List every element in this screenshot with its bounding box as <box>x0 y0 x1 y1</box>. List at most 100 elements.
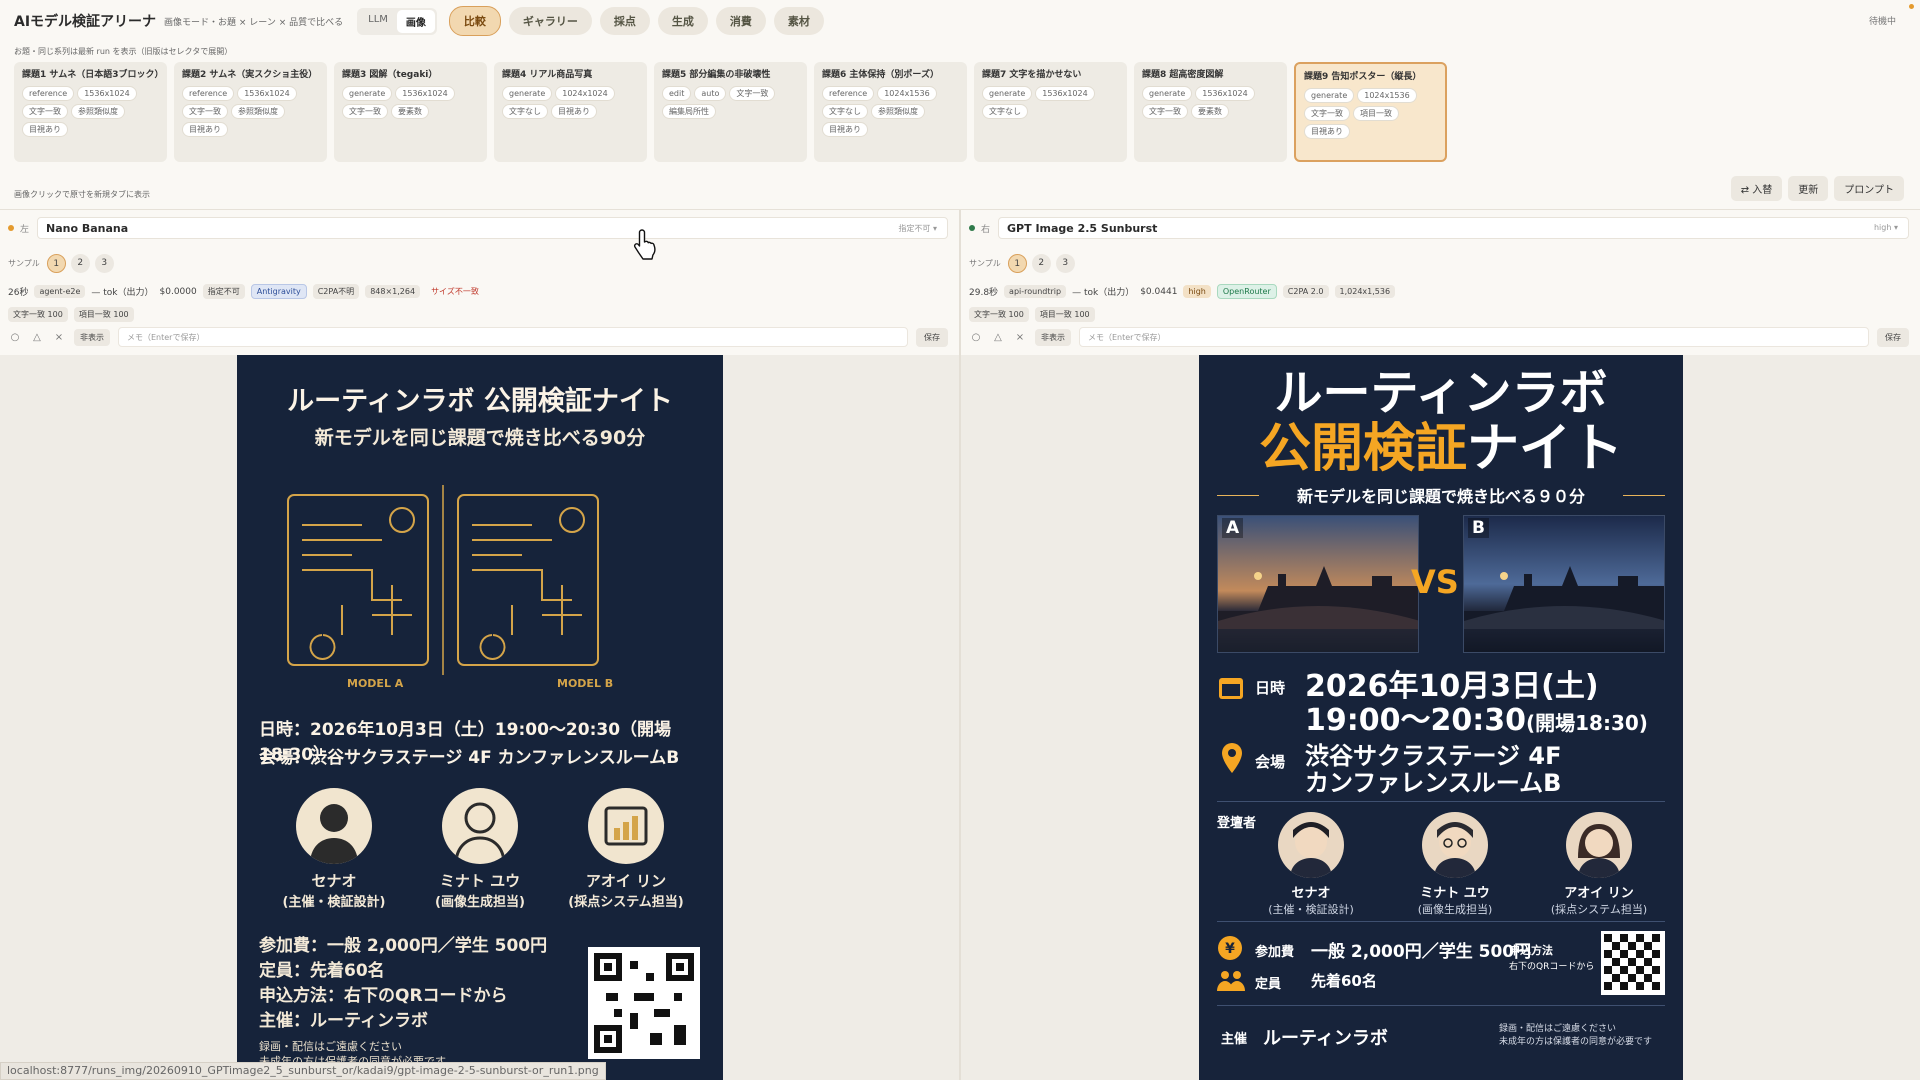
tokens: — tok（出力） <box>91 288 154 298</box>
fee-text: 参加費：一般 2,000円／学生 500円 <box>259 936 548 956</box>
side-label: 左 <box>20 224 30 235</box>
task-card-3[interactable]: 課題3 図解（tegaki） generate 1536x1024 文字一致 要素数 <box>334 62 487 162</box>
sample-2[interactable]: 2 <box>70 254 90 273</box>
chip: 1536x1024 <box>395 86 455 101</box>
swap-button[interactable]: ⇄ 入替 <box>1730 176 1783 201</box>
circle-icon[interactable]: ○ <box>8 332 22 343</box>
sample-1[interactable]: 1 <box>1007 254 1027 273</box>
quality-option: high ▾ <box>1873 223 1898 232</box>
speaker-role: (採点システム担当) <box>568 895 684 910</box>
chip: generate <box>502 86 553 101</box>
mode-llm[interactable]: LLM <box>359 10 397 33</box>
task-card-7[interactable]: 課題7 文字を描かせない generate 1536x1024 文字なし <box>974 62 1127 162</box>
model-row: 右 GPT Image 2.5 Sunburst high ▾ <box>969 217 1909 239</box>
chip: generate <box>1304 88 1355 103</box>
circuit-illustration <box>287 485 599 675</box>
host-label: 主催 <box>1221 1032 1248 1047</box>
model-select[interactable]: GPT Image 2.5 Sunburst high ▾ <box>998 217 1909 239</box>
notice-line: 録画・配信はご遠慮ください <box>259 1040 402 1053</box>
quality-badge: 指定不可 <box>202 284 245 299</box>
task-card-6[interactable]: 課題6 主体保持（別ポーズ） reference 1024x1536 文字なし 参照類似… <box>814 62 967 162</box>
people-icon <box>1217 971 1245 991</box>
speaker-role: (画像生成担当) <box>1417 903 1493 916</box>
text-match-score: 文字一致 100 <box>8 307 68 322</box>
time: 26秒 <box>8 288 29 298</box>
task-card-1[interactable]: 課題1 サムネ（日本語3ブロック） reference 1536x1024 文字一致参… <box>14 62 167 162</box>
chip: 参照類似度 <box>871 104 925 119</box>
apply-label: 申込方法 <box>1509 944 1553 957</box>
chip: 1536x1024 <box>77 86 137 101</box>
lane-badge: api-roundtrip <box>1004 285 1067 298</box>
circle-icon[interactable]: ○ <box>969 332 983 343</box>
memo-input[interactable]: メモ（Enterで保存） <box>118 327 908 347</box>
refresh-button[interactable]: 更新 <box>1788 176 1829 201</box>
model-select[interactable]: Nano Banana 指定不可 ▾ <box>37 217 948 239</box>
poster-image-left[interactable]: ルーティンラボ 公開検証ナイト 新モデルを同じ課題で焼き比べる90分 MODEL… <box>237 355 723 1080</box>
tab-generate[interactable]: 生成 <box>657 7 708 35</box>
quality-option: 指定不可 ▾ <box>898 224 937 233</box>
right-dot <box>969 225 975 231</box>
size-badge: 1,024x1,536 <box>1334 285 1396 298</box>
photo-b-label: B <box>1468 518 1489 538</box>
hide-button[interactable]: 非表示 <box>74 328 110 346</box>
time: 29.8秒 <box>969 288 999 298</box>
cross-icon[interactable]: × <box>1013 332 1027 343</box>
save-button[interactable]: 保存 <box>1877 327 1909 347</box>
divider-line <box>1217 1005 1665 1006</box>
hide-button[interactable]: 非表示 <box>1035 328 1071 346</box>
task-card-4[interactable]: 課題4 リアル商品写真 generate 1024x1024 文字なし 目視あり <box>494 62 647 162</box>
info-row: 26秒 agent-e2e — tok（出力） $0.0000 指定不可 Ant… <box>8 284 484 299</box>
speaker-2: ミナト ユウ (画像生成担当) <box>1385 812 1525 917</box>
svg-text:¥: ¥ <box>1225 941 1235 957</box>
task-title: 課題4 リアル商品写真 <box>502 70 593 80</box>
task-card-9[interactable]: 課題9 告知ポスター（縦長） generate 1024x1536 文字一致 項目一致目… <box>1294 62 1447 162</box>
task-card-5[interactable]: 課題5 部分編集の非破壊性 edit auto 文字一致 編集局所性 <box>654 62 807 162</box>
host-text: 主催：ルーティンラボ <box>259 1011 428 1031</box>
cross-icon[interactable]: × <box>52 332 66 343</box>
tab-scoring[interactable]: 採点 <box>599 7 650 35</box>
speaker-role: (画像生成担当) <box>435 895 525 910</box>
chip: reference <box>22 86 75 101</box>
poster-title-line2: 公開検証ナイト <box>1199 419 1683 479</box>
memo-row: ○ △ × 非表示 メモ（Enterで保存） 保存 <box>8 327 948 347</box>
avatar <box>442 788 518 864</box>
memo-input[interactable]: メモ（Enterで保存） <box>1079 327 1869 347</box>
lane-badge: agent-e2e <box>34 285 86 298</box>
sample-row: サンプル 1 2 3 <box>8 254 114 273</box>
qr-code <box>588 947 700 1059</box>
app-subtitle: 画像モード・お題 × レーン × 品質で比べる <box>164 17 344 28</box>
memo-row: ○ △ × 非表示 メモ（Enterで保存） 保存 <box>969 327 1909 347</box>
capacity-text: 定員：先着60名 <box>259 961 385 981</box>
selector-note: お題・同じ系列は最新 run を表示（旧版はセレクタで展開） <box>14 47 233 56</box>
tab-compare[interactable]: 比較 <box>448 6 501 36</box>
chip: 1024x1024 <box>555 86 615 101</box>
mode-image[interactable]: 画像 <box>396 9 435 33</box>
prompt-button[interactable]: プロンプト <box>1834 176 1904 201</box>
tab-assets[interactable]: 素材 <box>773 7 824 35</box>
save-button[interactable]: 保存 <box>916 327 948 347</box>
vs-label: VS <box>1411 563 1459 601</box>
image-click-hint: 画像クリックで原寸を新規タブに表示 <box>14 190 150 199</box>
item-match-score: 項目一致 100 <box>1034 307 1095 322</box>
fee-text: 一般 2,000円／学生 500円 <box>1311 942 1532 962</box>
sample-2[interactable]: 2 <box>1031 254 1051 273</box>
cost: $0.0441 <box>1140 286 1178 297</box>
sample-3[interactable]: 3 <box>1055 254 1075 273</box>
chip: 1536x1024 <box>1035 86 1095 101</box>
speaker-3: アオイ リン (採点システム担当) <box>1529 812 1669 917</box>
task-title: 課題8 超高密度図解 <box>1142 70 1224 80</box>
venue-line2: カンファレンスルームB <box>1305 769 1562 797</box>
task-card-8[interactable]: 課題8 超高密度図解 generate 1536x1024 文字一致 要素数 <box>1134 62 1287 162</box>
qr-code <box>1601 931 1665 995</box>
poster-image-right[interactable]: ルーティンラボ 公開検証ナイト 新モデルを同じ課題で焼き比べる９０分 A VS … <box>1199 355 1683 1080</box>
tab-usage[interactable]: 消費 <box>715 7 766 35</box>
triangle-icon[interactable]: △ <box>991 332 1005 343</box>
tab-gallery[interactable]: ギャラリー <box>508 7 592 35</box>
sample-1[interactable]: 1 <box>46 254 66 273</box>
chip: 要素数 <box>1191 104 1229 119</box>
chip: reference <box>182 86 235 101</box>
triangle-icon[interactable]: △ <box>30 332 44 343</box>
task-card-2[interactable]: 課題2 サムネ（実スクショ主役） reference 1536x1024 文字一致 参照… <box>174 62 327 162</box>
sample-3[interactable]: 3 <box>94 254 114 273</box>
avatar <box>1278 812 1344 878</box>
